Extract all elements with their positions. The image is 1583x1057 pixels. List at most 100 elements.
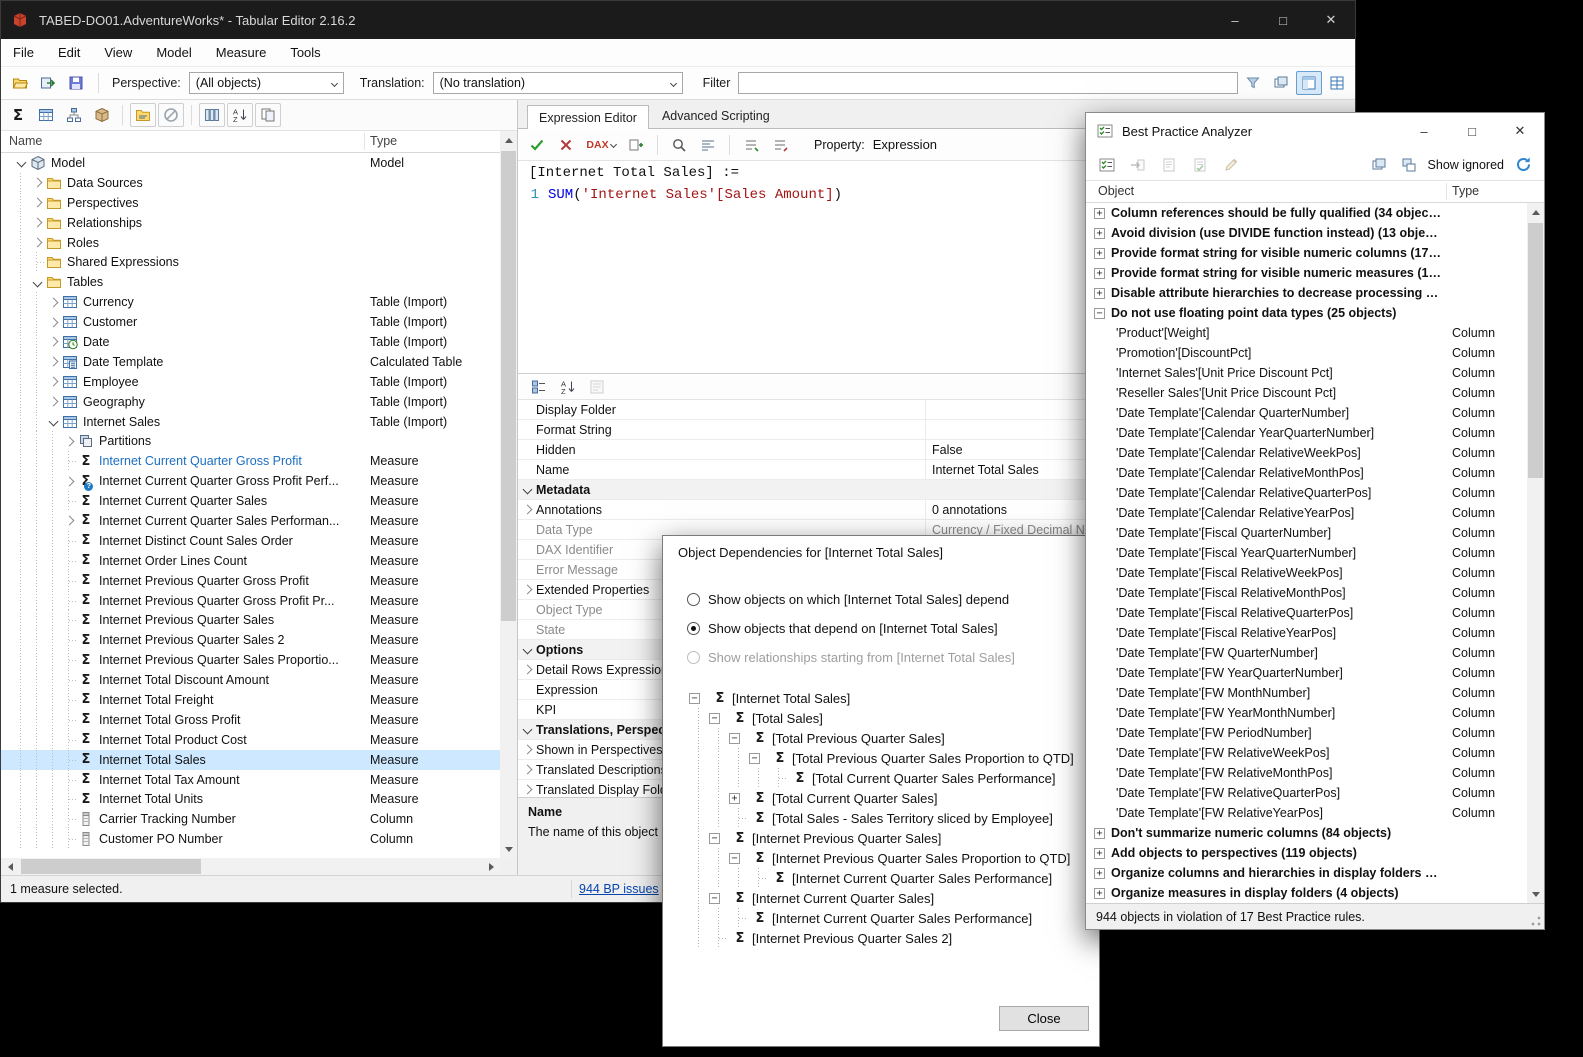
tree-expander[interactable] bbox=[29, 173, 45, 193]
dependency-option-radio[interactable]: Show objects that depend on [Internet To… bbox=[687, 618, 998, 638]
expand-box-icon[interactable]: + bbox=[1094, 247, 1105, 259]
bpa-object-row[interactable]: 'Date Template'[Fiscal RelativeMonthPos]… bbox=[1086, 583, 1527, 603]
dependency-tree-item[interactable]: − Σ [Total Sales] bbox=[677, 708, 1087, 728]
dependency-tree-item[interactable]: Σ [Internet Previous Quarter Sales 2] bbox=[677, 928, 1087, 948]
dependency-tree-item[interactable]: − Σ [Internet Total Sales] bbox=[677, 688, 1087, 708]
tree-expander[interactable]: + bbox=[729, 792, 749, 804]
bpa-rule-row[interactable]: + Organize columns and hierarchies in dis… bbox=[1086, 863, 1527, 883]
dependency-tree-item[interactable]: Σ [Internet Current Quarter Sales Perform… bbox=[677, 908, 1087, 928]
tree-column-header[interactable]: Name Type bbox=[1, 131, 517, 153]
tree-expander[interactable] bbox=[45, 312, 61, 332]
tree-item[interactable]: Σ Internet Previous Quarter Sales Measure bbox=[1, 610, 500, 631]
bpa-object-row[interactable]: 'Date Template'[Fiscal RelativeWeekPos] C… bbox=[1086, 563, 1527, 583]
apply-fix-button[interactable] bbox=[1187, 153, 1213, 177]
menu-view[interactable]: View bbox=[92, 39, 144, 66]
dependency-tree-item[interactable]: − Σ [Internet Previous Quarter Sales Propo… bbox=[677, 848, 1087, 868]
column-divider[interactable] bbox=[1446, 183, 1447, 200]
bpa-object-row[interactable]: 'Date Template'[Calendar YearQuarterNumb… bbox=[1086, 423, 1527, 443]
tree-item[interactable]: Shared Expressions bbox=[1, 252, 500, 273]
bpa-object-row[interactable]: 'Date Template'[FW QuarterNumber] Column bbox=[1086, 643, 1527, 663]
tree-expander[interactable] bbox=[61, 511, 77, 531]
translation-select[interactable]: (No translation) bbox=[432, 72, 683, 94]
comment-selection-button[interactable] bbox=[738, 133, 764, 157]
tree-expander[interactable]: − bbox=[749, 752, 769, 764]
bpa-object-row[interactable]: 'Date Template'[Fiscal RelativeQuarterPo… bbox=[1086, 603, 1527, 623]
tree-item[interactable]: Model Model bbox=[1, 153, 500, 173]
new-table-button[interactable] bbox=[89, 103, 115, 127]
bpa-object-row[interactable]: 'Date Template'[Calendar QuarterNumber] C… bbox=[1086, 403, 1527, 423]
expand-chevron-icon[interactable] bbox=[522, 784, 532, 795]
dependency-option-radio[interactable]: Show relationships starting from [Intern… bbox=[687, 647, 1015, 667]
bpa-rule-row[interactable]: − Do not use floating point data types (2… bbox=[1086, 303, 1527, 323]
tree-item[interactable]: Customer Table (Import) bbox=[1, 312, 500, 333]
expand-box-icon[interactable]: + bbox=[1094, 207, 1105, 219]
find-button[interactable] bbox=[666, 133, 692, 157]
bpa-rule-row[interactable]: + Provide format string for visible numer… bbox=[1086, 263, 1527, 283]
bpa-vertical-scrollbar[interactable] bbox=[1527, 203, 1544, 903]
bpa-object-row[interactable]: 'Date Template'[Calendar RelativeYearPos… bbox=[1086, 503, 1527, 523]
tree-item[interactable]: Currency Table (Import) bbox=[1, 292, 500, 313]
insert-expression-button[interactable] bbox=[623, 133, 649, 157]
dependency-option-radio[interactable]: Show objects on which [Internet Total Sa… bbox=[687, 589, 1009, 609]
tree-expander[interactable] bbox=[61, 471, 77, 491]
show-ignored-toggle[interactable]: Show ignored bbox=[1428, 158, 1504, 172]
tree-expander[interactable] bbox=[29, 213, 45, 233]
tree-item[interactable]: Σ Internet Previous Quarter Gross Profit M… bbox=[1, 570, 500, 591]
tree-item[interactable]: Σ Internet Total Gross Profit Measure bbox=[1, 709, 500, 730]
bpa-object-row[interactable]: 'Date Template'[FW YearMonthNumber] Colum… bbox=[1086, 703, 1527, 723]
grid-view-button[interactable] bbox=[1324, 71, 1350, 95]
tree-item[interactable]: Σ Internet Total Sales Measure bbox=[1, 749, 500, 770]
bpa-object-row[interactable]: 'Date Template'[FW PeriodNumber] Column bbox=[1086, 723, 1527, 743]
refresh-button[interactable] bbox=[1510, 153, 1536, 177]
bpa-close-button[interactable]: ✕ bbox=[1496, 113, 1544, 149]
edit-rule-button[interactable] bbox=[1218, 153, 1244, 177]
tree-item[interactable]: Σ Internet Total Freight Measure bbox=[1, 690, 500, 710]
tree-expander[interactable] bbox=[29, 233, 45, 253]
dialog-title-bar[interactable]: Object Dependencies for [Internet Total … bbox=[663, 536, 1099, 568]
group-by-object-button[interactable] bbox=[1396, 153, 1422, 177]
tree-item[interactable]: Σ Internet Current Quarter Sales Measure bbox=[1, 491, 500, 512]
menu-model[interactable]: Model bbox=[144, 39, 203, 66]
tree-item[interactable]: Roles bbox=[1, 232, 500, 253]
bpa-rule-row[interactable]: + Avoid division (use DIVIDE function ins… bbox=[1086, 223, 1527, 243]
close-dialog-button[interactable]: Close bbox=[999, 1006, 1089, 1031]
tree-item[interactable]: Σ Internet Distinct Count Sales Order Meas… bbox=[1, 530, 500, 551]
bpa-rule-row[interactable]: + Column references should be fully quali… bbox=[1086, 203, 1527, 223]
dependency-tree-item[interactable]: Σ [Total Current Quarter Sales Performanc… bbox=[677, 768, 1087, 788]
expand-box-icon[interactable]: + bbox=[1094, 827, 1105, 839]
bpa-object-row[interactable]: 'Reseller Sales'[Unit Price Discount Pct… bbox=[1086, 383, 1527, 403]
bpa-object-row[interactable]: 'Date Template'[Calendar RelativeWeekPos… bbox=[1086, 443, 1527, 463]
scroll-down-button[interactable] bbox=[500, 841, 517, 858]
property-select[interactable]: Expression bbox=[873, 137, 937, 152]
bpa-object-row[interactable]: 'Date Template'[Fiscal QuarterNumber] Col… bbox=[1086, 523, 1527, 543]
expand-box-icon[interactable]: + bbox=[1094, 287, 1105, 299]
scrollbar-thumb[interactable] bbox=[1528, 223, 1543, 478]
bpa-object-row[interactable]: 'Date Template'[Calendar RelativeMonthPo… bbox=[1086, 463, 1527, 483]
column-divider[interactable] bbox=[364, 133, 365, 150]
bpa-object-row[interactable]: 'Date Template'[Fiscal YearQuarterNumber… bbox=[1086, 543, 1527, 563]
open-file-button[interactable] bbox=[7, 71, 33, 95]
expand-box-icon[interactable]: + bbox=[1094, 887, 1105, 899]
expand-box-icon[interactable]: − bbox=[1094, 307, 1105, 319]
tree-item[interactable]: Date Template Calculated Table bbox=[1, 351, 500, 372]
perspective-select[interactable]: (All objects) bbox=[188, 72, 344, 94]
tree-expander[interactable] bbox=[45, 412, 61, 432]
tree-expander[interactable]: − bbox=[729, 852, 749, 864]
tree-item[interactable]: Σ Internet Previous Quarter Gross Profit … bbox=[1, 590, 500, 611]
tree-item[interactable]: Geography Table (Import) bbox=[1, 391, 500, 412]
save-model-button[interactable] bbox=[63, 71, 89, 95]
bpa-object-row[interactable]: 'Internet Sales'[Unit Price Discount Pct… bbox=[1086, 363, 1527, 383]
format-dax-button[interactable] bbox=[695, 133, 721, 157]
tree-expander[interactable]: − bbox=[709, 712, 729, 724]
tree-item[interactable]: Internet Sales Table (Import) bbox=[1, 411, 500, 432]
dependency-tree-item[interactable]: Σ [Internet Current Quarter Sales Perform… bbox=[677, 868, 1087, 888]
tree-item[interactable]: Employee Table (Import) bbox=[1, 371, 500, 392]
minimize-button[interactable]: – bbox=[1211, 1, 1259, 39]
tree-expander[interactable]: − bbox=[709, 832, 729, 844]
view-columns-button[interactable] bbox=[199, 103, 225, 127]
hide-display-folders-button[interactable] bbox=[158, 103, 184, 127]
tree-item[interactable]: Data Sources bbox=[1, 172, 500, 193]
bp-issues-link[interactable]: 944 BP issues bbox=[579, 882, 659, 896]
uncomment-selection-button[interactable] bbox=[767, 133, 793, 157]
tree-item[interactable]: Σ Internet Previous Quarter Sales 2 Measur… bbox=[1, 630, 500, 651]
